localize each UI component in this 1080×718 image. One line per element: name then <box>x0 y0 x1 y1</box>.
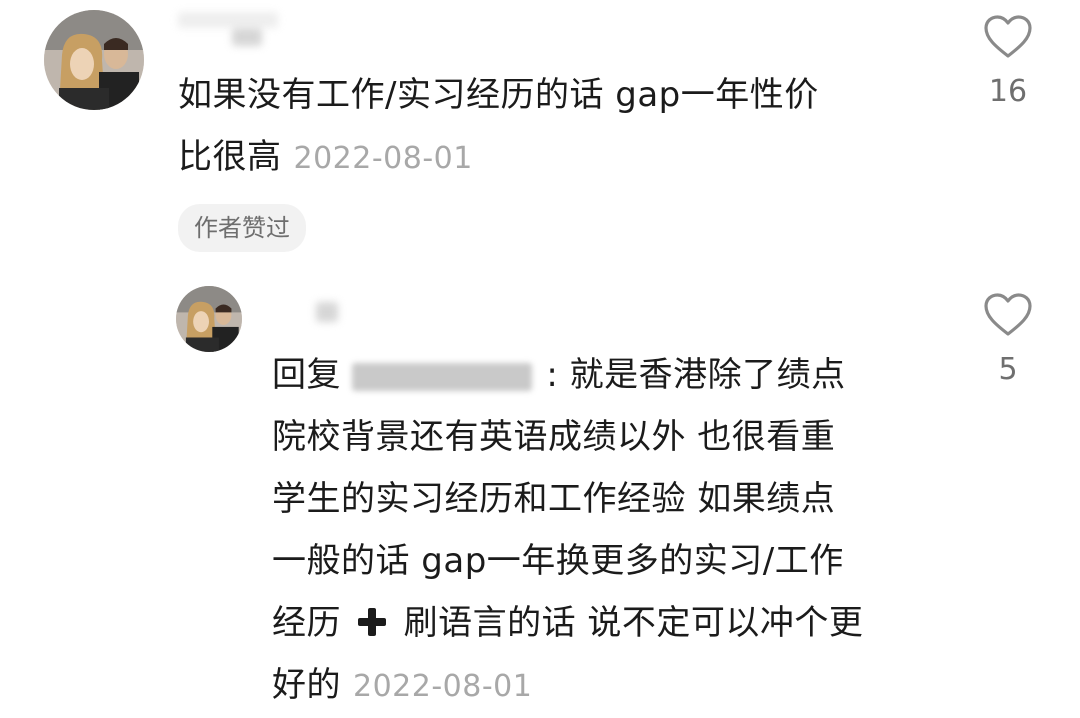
comment-avatar[interactable] <box>44 10 144 110</box>
comment-line-2-text: 比很高 <box>178 137 282 177</box>
reply-like[interactable]: 5 <box>980 292 1036 387</box>
avatar-image <box>44 10 144 110</box>
reply-line-6-text: 好的 <box>272 665 341 705</box>
reply-after-name: : 就是香港除了绩点 <box>546 355 846 395</box>
reply-avatar[interactable] <box>176 286 242 352</box>
heart-outline-icon[interactable] <box>983 14 1033 60</box>
reply-line-5-start: 经历 <box>272 603 341 643</box>
reply-line-1: 回复 : 就是香港除了绩点 <box>272 344 952 406</box>
reply-date: 2022-08-01 <box>353 669 533 704</box>
reply-target-censored[interactable] <box>352 362 533 391</box>
avatar-image <box>176 286 242 352</box>
plus-emoji-icon <box>356 606 388 638</box>
comment-like[interactable]: 16 <box>980 14 1036 109</box>
reply-prefix: 回复 <box>272 355 341 395</box>
reply-line-6: 好的 2022-08-01 <box>272 654 952 718</box>
reply-line-5: 经历 刷语言的话 说不定可以冲个更 <box>272 592 952 654</box>
author-liked-badge: 作者赞过 <box>178 204 306 252</box>
reply-username-censored[interactable] <box>316 302 338 322</box>
reply-like-count: 5 <box>998 352 1018 387</box>
comment-line-2: 比很高 2022-08-01 <box>178 126 938 190</box>
reply-line-3: 学生的实习经历和工作经验 如果绩点 <box>272 479 836 519</box>
reply-line-2: 院校背景还有英语成绩以外 也很看重 <box>272 417 836 457</box>
comment-like-count: 16 <box>988 74 1028 109</box>
comment-date: 2022-08-01 <box>293 141 473 176</box>
comment-username-censored[interactable] <box>178 12 278 28</box>
heart-outline-icon[interactable] <box>983 292 1033 338</box>
comment-line-1: 如果没有工作/实习经历的话 gap一年性价 <box>178 75 819 115</box>
reply-body: 回复 : 就是香港除了绩点 院校背景还有英语成绩以外 也很看重 学生的实习经历和… <box>272 344 952 718</box>
reply-line-4: 一般的话 gap一年换更多的实习/工作 <box>272 541 844 581</box>
comment-username-censored-2 <box>232 28 262 46</box>
comment-body: 如果没有工作/实习经历的话 gap一年性价 比很高 2022-08-01 <box>178 64 938 190</box>
reply-line-5-end: 刷语言的话 说不定可以冲个更 <box>403 603 864 643</box>
